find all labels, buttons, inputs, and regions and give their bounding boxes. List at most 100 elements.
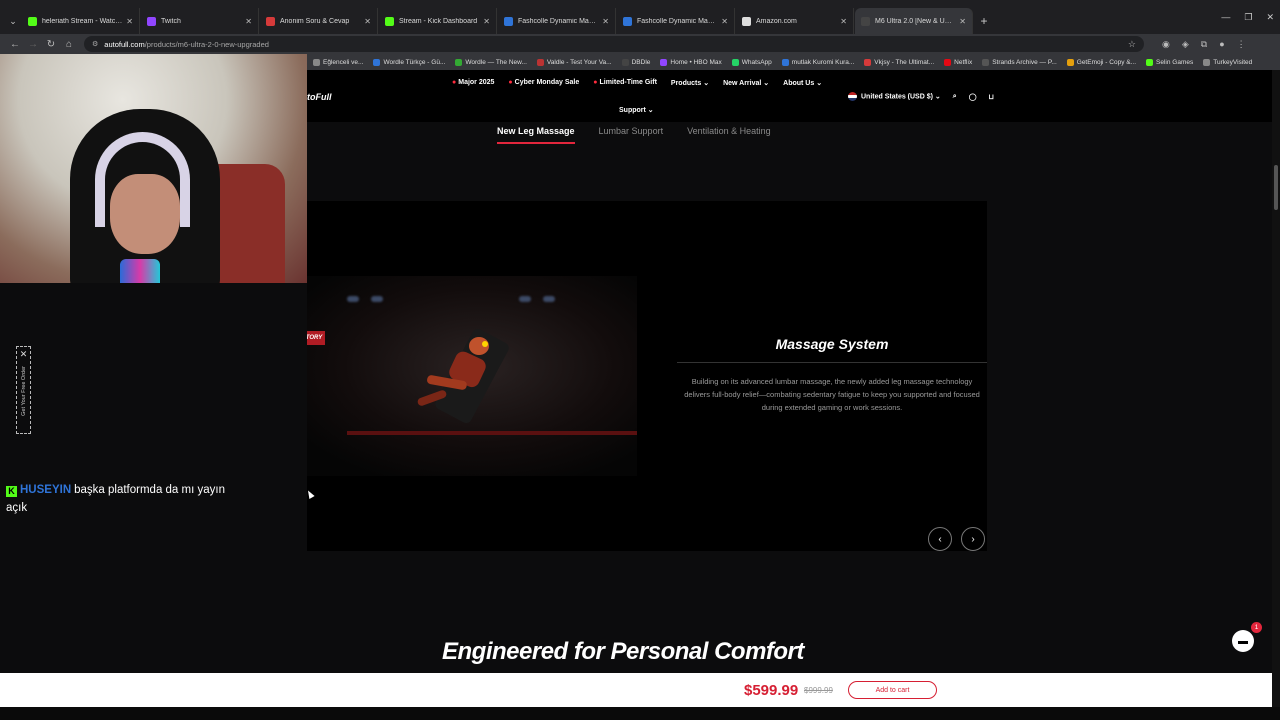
bookmark-star-icon[interactable]: ☆ [1128, 39, 1136, 50]
browser-tab[interactable]: Stream - Kick Dashboard ✕ [379, 8, 497, 34]
home-icon[interactable]: ⌂ [60, 39, 78, 50]
tab-favicon-icon [385, 16, 394, 26]
cart-icon[interactable]: ⊔ [989, 93, 994, 101]
nav-item[interactable]: Products ⌄ [671, 79, 709, 87]
nav-item[interactable]: New Arrival ⌄ [723, 79, 769, 87]
bottom-strip [0, 707, 1280, 720]
bookmark-item[interactable]: Strands Archive — P... [982, 58, 1057, 66]
close-window-icon[interactable]: ✕ [1266, 12, 1274, 23]
reload-icon[interactable]: ↻ [42, 39, 60, 50]
profile-icon[interactable]: ● [1219, 39, 1224, 50]
extension-icon[interactable]: ◉ [1162, 39, 1170, 50]
tab-close-icon[interactable]: ✕ [602, 17, 609, 26]
bookmark-item[interactable]: GetEmoji - Copy &... [1066, 58, 1137, 66]
forward-icon[interactable]: → [24, 39, 42, 50]
back-icon[interactable]: ← [6, 39, 24, 50]
bookmark-item[interactable]: Eğlenceli ve... [313, 58, 363, 66]
bookmark-item[interactable]: Valdle - Test Your Va... [536, 58, 612, 66]
bookmark-favicon-icon [455, 58, 463, 66]
browser-tab[interactable]: M6 Ultra 2.0 [New & Upgraded ✕ [855, 8, 973, 34]
tab-close-icon[interactable]: ✕ [721, 17, 728, 26]
bookmark-item[interactable]: TurkeyVisited [1203, 58, 1253, 66]
account-icon[interactable]: ◯ [969, 93, 977, 101]
bookmark-item[interactable]: Home • HBO Max [660, 58, 722, 66]
tab-close-icon[interactable]: ✕ [364, 17, 371, 26]
bookmark-item[interactable]: DBDle [621, 58, 650, 66]
add-to-cart-button[interactable]: Add to cart [848, 681, 937, 699]
bookmark-label: TurkeyVisited [1213, 58, 1253, 66]
nav-item[interactable]: ● Cyber Monday Sale [508, 79, 579, 87]
feature-tab[interactable]: Lumbar Support [599, 126, 664, 144]
new-tab-button[interactable]: + [974, 8, 994, 34]
nav-item[interactable]: About Us ⌄ [783, 79, 822, 87]
site-info-icon[interactable]: ⚙ [92, 40, 98, 48]
bookmark-favicon-icon [1203, 58, 1211, 66]
tab-close-icon[interactable]: ✕ [483, 17, 490, 26]
massage-text: Massage System Building on its advanced … [677, 336, 987, 414]
url-domain: autofull.com [104, 39, 145, 49]
minimize-icon[interactable]: — [1221, 12, 1230, 23]
bookmark-favicon-icon [864, 58, 872, 66]
bookmark-item[interactable]: Vkjsy - The Ultimat... [864, 58, 934, 66]
free-order-label: Get Your Free Order [20, 366, 27, 416]
chat-widget-button[interactable]: ▬ [1232, 630, 1254, 652]
bookmark-label: GetEmoji - Copy &... [1076, 58, 1137, 66]
tab-favicon-icon [28, 16, 37, 26]
tab-close-icon[interactable]: ✕ [959, 17, 966, 26]
bookmark-item[interactable]: Wordle Türkçe - Gü... [373, 58, 446, 66]
page-scrollbar[interactable] [1272, 70, 1280, 707]
region-selector[interactable]: United States (USD $) ⌄ [848, 92, 941, 101]
chevron-left-icon: ‹ [938, 533, 942, 545]
bookmark-label: Selin Games [1156, 58, 1194, 66]
browser-tab[interactable]: Fashcolle Dynamic Masajlı Oyu ✕ [498, 8, 616, 34]
sticky-cart-bar: $599.99 $999.99 Add to cart [0, 673, 1272, 707]
free-order-tab[interactable]: ✕ Get Your Free Order [16, 346, 31, 434]
bookmark-item[interactable]: Netflix [944, 58, 972, 66]
hot-dot-icon: ● [593, 79, 598, 86]
bookmark-label: Wordle Türkçe - Gü... [383, 58, 446, 66]
bookmark-label: mutlak Kuromi Kura... [791, 58, 855, 66]
carousel-prev-button[interactable]: ‹ [928, 527, 952, 551]
bookmarks-bar: Eğlenceli ve... Wordle Türkçe - Gü... Word… [307, 54, 1280, 70]
nav-item-label: New Arrival ⌄ [723, 80, 770, 87]
tab-title: heleriath Stream - Watch Live o [42, 17, 122, 25]
bookmark-item[interactable]: mutlak Kuromi Kura... [781, 58, 855, 66]
region-label: United States (USD $) ⌄ [861, 93, 941, 101]
close-icon[interactable]: ✕ [20, 349, 28, 360]
streamer-webcam [0, 54, 307, 283]
bookmark-label: WhatsApp [741, 58, 772, 66]
tab-close-icon[interactable]: ✕ [840, 17, 847, 26]
bookmark-item[interactable]: Wordle — The New... [455, 58, 527, 66]
feature-tab[interactable]: Ventilation & Heating [687, 126, 771, 144]
site-logo[interactable]: toFull [307, 92, 332, 102]
nav-item[interactable]: ● Limited-Time Gift [593, 79, 657, 87]
bookmark-item[interactable]: Selin Games [1146, 58, 1194, 66]
nav-item[interactable]: ● Major 2025 [452, 79, 494, 87]
browser-tab[interactable]: Anonim Soru & Cevap ✕ [260, 8, 378, 34]
carousel-next-button[interactable]: › [961, 527, 985, 551]
bookmark-favicon-icon [781, 58, 789, 66]
url-field[interactable]: ⚙ autofull.com /products/m6-ultra-2-0-ne… [84, 36, 1144, 52]
browser-tab[interactable]: Fashcolle Dynamic Masajlı Mas ✕ [617, 8, 735, 34]
browser-tab[interactable]: Twitch ✕ [141, 8, 259, 34]
tab-close-icon[interactable]: ✕ [245, 17, 252, 26]
feature-tab[interactable]: New Leg Massage [497, 126, 575, 144]
chat-notification-badge: 1 [1251, 622, 1262, 633]
nav-support[interactable]: Support ⌄ [619, 106, 654, 114]
bookmark-label: Strands Archive — P... [992, 58, 1057, 66]
browser-tab[interactable]: Amazon.com ✕ [736, 8, 854, 34]
restore-icon[interactable]: ❐ [1244, 12, 1252, 23]
scrollbar-thumb[interactable] [1274, 165, 1278, 210]
address-toolbar: ← → ↻ ⌂ ⚙ autofull.com /products/m6-ultr… [0, 34, 1280, 54]
extension-icon[interactable]: ◈ [1182, 39, 1189, 50]
microphone-icon [120, 259, 160, 283]
bookmark-item[interactable]: WhatsApp [731, 58, 772, 66]
browser-tab[interactable]: heleriath Stream - Watch Live o ✕ [22, 8, 140, 34]
tab-close-icon[interactable]: ✕ [126, 17, 133, 26]
menu-kebab-icon[interactable]: ⋮ [1237, 39, 1246, 50]
hot-dot-icon: ● [508, 79, 513, 86]
tab-search-icon[interactable]: ⌄ [4, 8, 22, 34]
search-icon[interactable]: ⌕ [953, 93, 957, 101]
bookmark-favicon-icon [1146, 58, 1154, 66]
puzzle-icon[interactable]: ⧉ [1201, 39, 1207, 50]
